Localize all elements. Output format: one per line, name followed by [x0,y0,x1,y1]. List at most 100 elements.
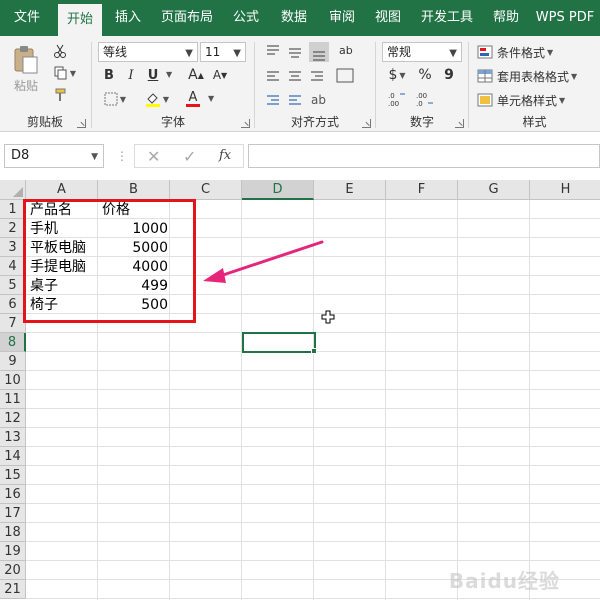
gridline-horizontal [26,446,600,447]
enter-check-icon[interactable]: ✓ [183,147,196,166]
formula-tools: ✕ ✓ fx [134,144,244,168]
decrease-decimal-button[interactable]: .00 .0 [412,90,436,108]
menu-bar: 文件 开始 插入 页面布局 公式 数据 审阅 视图 开发工具 帮助 WPS PD… [0,0,600,36]
table-icon [477,69,493,83]
font-color-button[interactable]: A [178,90,208,108]
grow-font-button[interactable]: A ▲ [186,66,206,84]
active-cell-d8[interactable] [242,332,316,353]
fill-color-button[interactable]: ▼ [142,90,172,108]
row-header-12[interactable]: 12 [0,409,26,428]
font-size-select[interactable]: 11 ▼ [200,42,246,62]
menu-file[interactable]: 文件 [4,0,50,36]
fill-handle[interactable] [311,348,317,354]
font-family-select[interactable]: 等线 ▼ [98,42,198,62]
cut-button[interactable] [50,42,70,60]
border-icon [104,92,118,106]
fill-bucket-icon [145,93,160,107]
column-header-a[interactable]: A [26,180,98,200]
chevron-down-icon: ▼ [547,47,554,57]
menu-data[interactable]: 数据 [274,0,314,36]
column-header-d[interactable]: D [242,180,314,200]
row-header-17[interactable]: 17 [0,504,26,523]
font-launcher-icon[interactable] [241,119,250,128]
svg-text:.00: .00 [388,100,399,107]
italic-button[interactable]: I [122,66,140,84]
name-box-value: D8 [11,148,30,163]
menu-home[interactable]: 开始 [58,4,102,36]
insert-function-button[interactable]: fx [219,148,231,163]
column-header-g[interactable]: G [458,180,530,200]
styles-group: 条件格式 ▼ 套用表格格式 ▼ 单元格样式 ▼ 样式 [469,36,600,132]
underline-button[interactable]: U [144,66,162,84]
format-painter-button[interactable] [50,86,70,104]
chevron-down-icon: ▼ [162,94,170,104]
percent-button[interactable]: % [416,66,434,84]
drag-handle-icon[interactable]: ⋮ [116,148,128,164]
menu-developer[interactable]: 开发工具 [414,0,480,36]
gridline-horizontal [26,541,600,542]
paste-button[interactable]: 粘贴 [8,42,44,96]
number-format-select[interactable]: 常规 ▼ [382,42,462,62]
font-group: 等线 ▼ 11 ▼ B I U ▼ A ▲ A ▼ ▼ ▼ A ▼ 字体 [92,36,254,132]
menu-page-layout[interactable]: 页面布局 [156,0,218,36]
select-all-button[interactable] [0,180,26,200]
menu-wps-pdf[interactable]: WPS PDF [532,0,598,36]
clipboard-launcher-icon[interactable] [77,119,86,128]
column-header-f[interactable]: F [386,180,458,200]
row-header-10[interactable]: 10 [0,371,26,390]
row-header-14[interactable]: 14 [0,447,26,466]
increase-decimal-button[interactable]: .0 .00 [384,90,408,108]
menu-formulas[interactable]: 公式 [226,0,266,36]
row-header-15[interactable]: 15 [0,466,26,485]
menu-view[interactable]: 视图 [368,0,408,36]
gridline-horizontal [26,389,600,390]
column-header-c[interactable]: C [170,180,242,200]
chevron-down-icon: ▼ [571,71,578,81]
currency-button[interactable]: $ ▼ [384,66,410,84]
gridline-horizontal [26,408,600,409]
copy-icon [54,66,67,80]
copy-button[interactable]: ▼ [50,64,80,82]
row-header-20[interactable]: 20 [0,561,26,580]
column-header-e[interactable]: E [314,180,386,200]
increase-decimal-icon: .0 .00 [388,92,405,107]
svg-text:.0: .0 [416,100,423,107]
row-header-13[interactable]: 13 [0,428,26,447]
row-header-19[interactable]: 19 [0,542,26,561]
menu-insert[interactable]: 插入 [108,0,148,36]
cell-styles-label: 单元格样式 [497,93,558,108]
row-header-18[interactable]: 18 [0,523,26,542]
column-header-b[interactable]: B [98,180,170,200]
chevron-down-icon: ▼ [233,48,241,59]
worksheet-grid: ABCDEFGH 1 2 3 4 5 6 7 8 9 10 11 12 13 14 15 16 17 18 19 20… [0,180,600,600]
row-header-16[interactable]: 16 [0,485,26,504]
formula-input[interactable] [248,144,600,168]
row-header-9[interactable]: 9 [0,352,26,371]
currency-label: $ [388,67,398,83]
row-header-8[interactable]: 8 [0,333,26,352]
conditional-formatting-button[interactable]: 条件格式 ▼ [477,42,597,62]
gridline-horizontal [26,484,600,485]
shrink-font-button[interactable]: A ▼ [210,66,230,84]
alignment-label: 对齐方式 [290,115,339,129]
bold-button[interactable]: B [100,66,118,84]
menu-help[interactable]: 帮助 [486,0,526,36]
cancel-icon[interactable]: ✕ [147,147,160,166]
menu-review[interactable]: 审阅 [322,0,362,36]
gridline-horizontal [26,560,600,561]
column-header-h[interactable]: H [530,180,600,200]
alignment-launcher-icon[interactable] [362,119,371,128]
row-header-21[interactable]: 21 [0,580,26,599]
borders-button[interactable]: ▼ [100,90,130,108]
svg-text:.00: .00 [416,92,427,100]
number-launcher-icon[interactable] [455,119,464,128]
font-label: 字体 [160,115,185,129]
cell-styles-button[interactable]: 单元格样式 ▼ [477,90,597,110]
comma-button[interactable]: 9 [440,66,458,84]
format-as-table-button[interactable]: 套用表格格式 ▼ [477,66,597,86]
row-header-11[interactable]: 11 [0,390,26,409]
chevron-down-icon: ▼ [559,95,566,105]
name-box[interactable]: D8 ▼ [4,144,104,168]
chevron-down-icon: ▼ [91,152,98,162]
font-size-value: 11 [205,45,221,59]
